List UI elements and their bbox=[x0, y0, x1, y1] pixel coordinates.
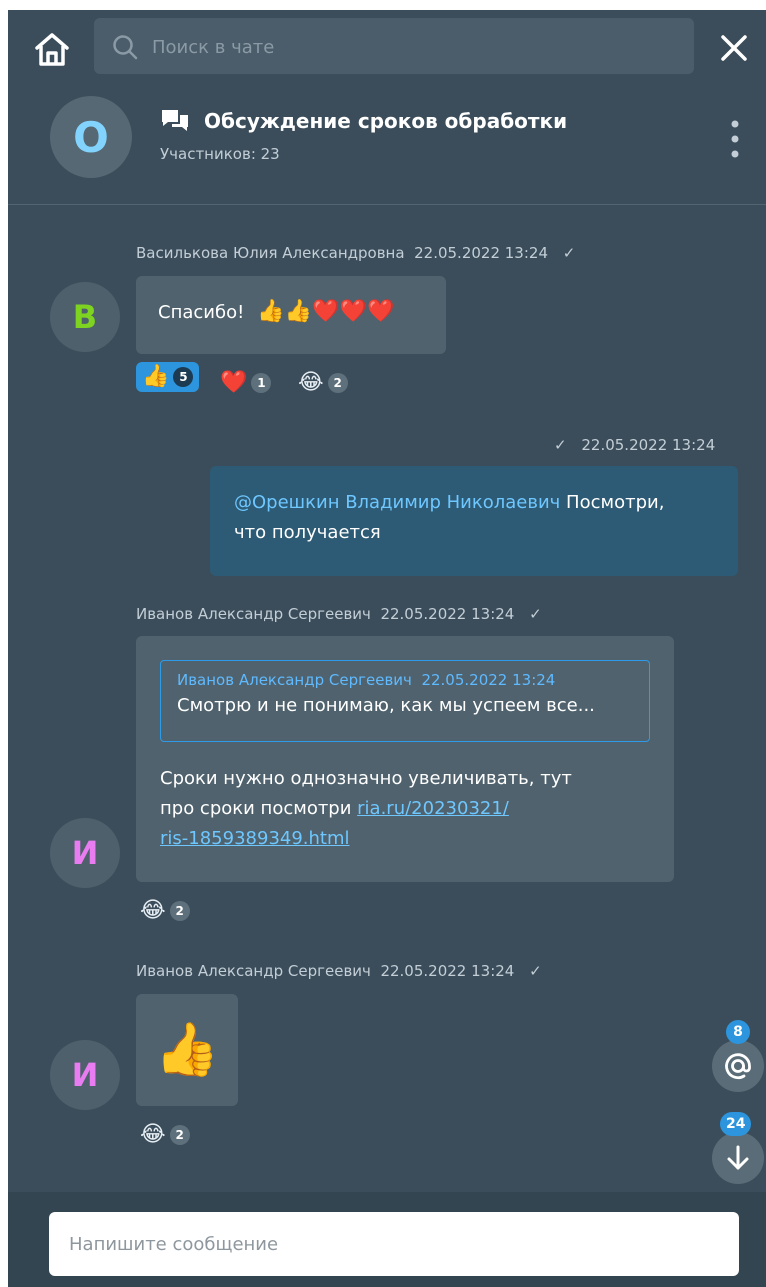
participants-count: Участников: 23 bbox=[160, 145, 280, 163]
message-text: Спасибо! bbox=[158, 302, 245, 323]
quote-author: Иванов Александр Сергеевич bbox=[177, 671, 412, 689]
home-button[interactable] bbox=[32, 30, 72, 70]
message-author: Иванов Александр Сергеевич bbox=[136, 962, 371, 980]
home-icon bbox=[35, 33, 69, 66]
reaction-thumbs-up[interactable]: 👍 5 bbox=[136, 362, 200, 392]
heart-icon: ❤️ bbox=[220, 370, 248, 395]
chat-bubbles-icon bbox=[162, 110, 188, 131]
unread-badge: 24 bbox=[720, 1112, 752, 1136]
close-icon bbox=[721, 35, 747, 61]
chat-avatar[interactable]: О bbox=[50, 96, 132, 178]
search-box[interactable] bbox=[94, 18, 694, 76]
message-time: 22.05.2022 13:24 bbox=[380, 605, 515, 623]
message-link-cont[interactable]: ris-1859389349.html bbox=[160, 828, 350, 849]
message-meta: ✓ 22.05.2022 13:24 bbox=[554, 436, 715, 454]
sticker-bubble[interactable]: 👍 bbox=[136, 994, 238, 1106]
mentions-badge: 8 bbox=[726, 1020, 750, 1044]
quote-meta: Иванов Александр Сергеевич 22.05.2022 13… bbox=[177, 671, 633, 689]
message-author: Василькова Юлия Александровна bbox=[136, 244, 405, 262]
message-author: Иванов Александр Сергеевич bbox=[136, 605, 371, 623]
message-bubble[interactable]: Иванов Александр Сергеевич 22.05.2022 13… bbox=[136, 636, 674, 882]
avatar[interactable]: В bbox=[50, 282, 120, 352]
message-text: @Орешкин Владимир Николаевич Посмотри, ч… bbox=[234, 488, 714, 548]
mention-link[interactable]: @Орешкин Владимир Николаевич bbox=[234, 492, 560, 513]
quote-text: Смотрю и не понимаю, как мы успеем все..… bbox=[177, 695, 595, 716]
more-options-button[interactable] bbox=[720, 116, 750, 162]
quoted-message[interactable]: Иванов Александр Сергеевич 22.05.2022 13… bbox=[160, 660, 650, 742]
avatar[interactable]: И bbox=[50, 1040, 120, 1110]
message-time: 22.05.2022 13:24 bbox=[581, 436, 716, 454]
kebab-menu-icon bbox=[731, 120, 739, 158]
laugh-icon: 😂 bbox=[140, 1122, 166, 1147]
message-input[interactable] bbox=[49, 1212, 739, 1276]
reaction-laugh[interactable]: 😂 2 bbox=[298, 372, 348, 394]
quote-time: 22.05.2022 13:24 bbox=[421, 671, 556, 689]
message-bubble[interactable]: Спасибо! 👍👍❤️❤️❤️ bbox=[136, 276, 446, 354]
reaction-count: 1 bbox=[251, 373, 272, 393]
own-message-bubble[interactable]: @Орешкин Владимир Николаевич Посмотри, ч… bbox=[210, 466, 738, 576]
search-icon bbox=[113, 35, 138, 60]
message-emojis: 👍👍❤️❤️❤️ bbox=[257, 299, 395, 324]
thumbs-up-sticker: 👍 bbox=[154, 1020, 220, 1080]
message-text-line1: Посмотри, bbox=[560, 492, 665, 513]
reaction-laugh[interactable]: 😂 2 bbox=[140, 900, 190, 922]
reaction-heart[interactable]: ❤️ 1 bbox=[220, 370, 272, 395]
message-text: Сроки нужно однозначно увеличивать, тут … bbox=[160, 764, 572, 854]
message-text-line2: что получается bbox=[234, 522, 381, 543]
at-sign-icon bbox=[725, 1053, 751, 1080]
reaction-count: 2 bbox=[169, 1125, 190, 1145]
message-meta: Иванов Александр Сергеевич 22.05.2022 13… bbox=[136, 962, 542, 980]
reaction-laugh[interactable]: 😂 2 bbox=[140, 1124, 190, 1146]
read-check-icon: ✓ bbox=[562, 244, 576, 262]
composer-area bbox=[8, 1192, 766, 1287]
message-text-line2: про сроки посмотри bbox=[160, 798, 358, 819]
close-button[interactable] bbox=[716, 30, 756, 66]
message-link[interactable]: ria.ru/20230321/ bbox=[357, 798, 509, 819]
chat-window: О Обсуждение сроков обработки Участников… bbox=[8, 10, 766, 1287]
reaction-count: 2 bbox=[169, 901, 190, 921]
thumbs-up-icon: 👍 bbox=[142, 364, 170, 389]
message-time: 22.05.2022 13:24 bbox=[380, 962, 515, 980]
read-check-icon: ✓ bbox=[554, 436, 567, 454]
reaction-count: 2 bbox=[327, 373, 348, 393]
chat-title: Обсуждение сроков обработки bbox=[204, 109, 568, 133]
laugh-icon: 😂 bbox=[140, 898, 166, 923]
message-meta: Иванов Александр Сергеевич 22.05.2022 13… bbox=[136, 605, 542, 623]
search-input[interactable] bbox=[150, 18, 674, 76]
read-check-icon: ✓ bbox=[529, 605, 542, 623]
avatar[interactable]: И bbox=[50, 818, 120, 888]
laugh-icon: 😂 bbox=[298, 370, 324, 395]
read-check-icon: ✓ bbox=[529, 962, 542, 980]
message-meta: Василькова Юлия Александровна 22.05.2022… bbox=[136, 244, 575, 262]
arrow-down-icon bbox=[727, 1145, 749, 1170]
scroll-down-button[interactable] bbox=[712, 1132, 764, 1184]
mentions-button[interactable] bbox=[712, 1040, 764, 1092]
chat-title-row: Обсуждение сроков обработки bbox=[160, 108, 567, 134]
message-time: 22.05.2022 13:24 bbox=[414, 244, 548, 262]
reaction-count: 5 bbox=[173, 367, 194, 387]
header-divider bbox=[8, 204, 766, 205]
message-text-line1: Сроки нужно однозначно увеличивать, тут bbox=[160, 768, 572, 789]
